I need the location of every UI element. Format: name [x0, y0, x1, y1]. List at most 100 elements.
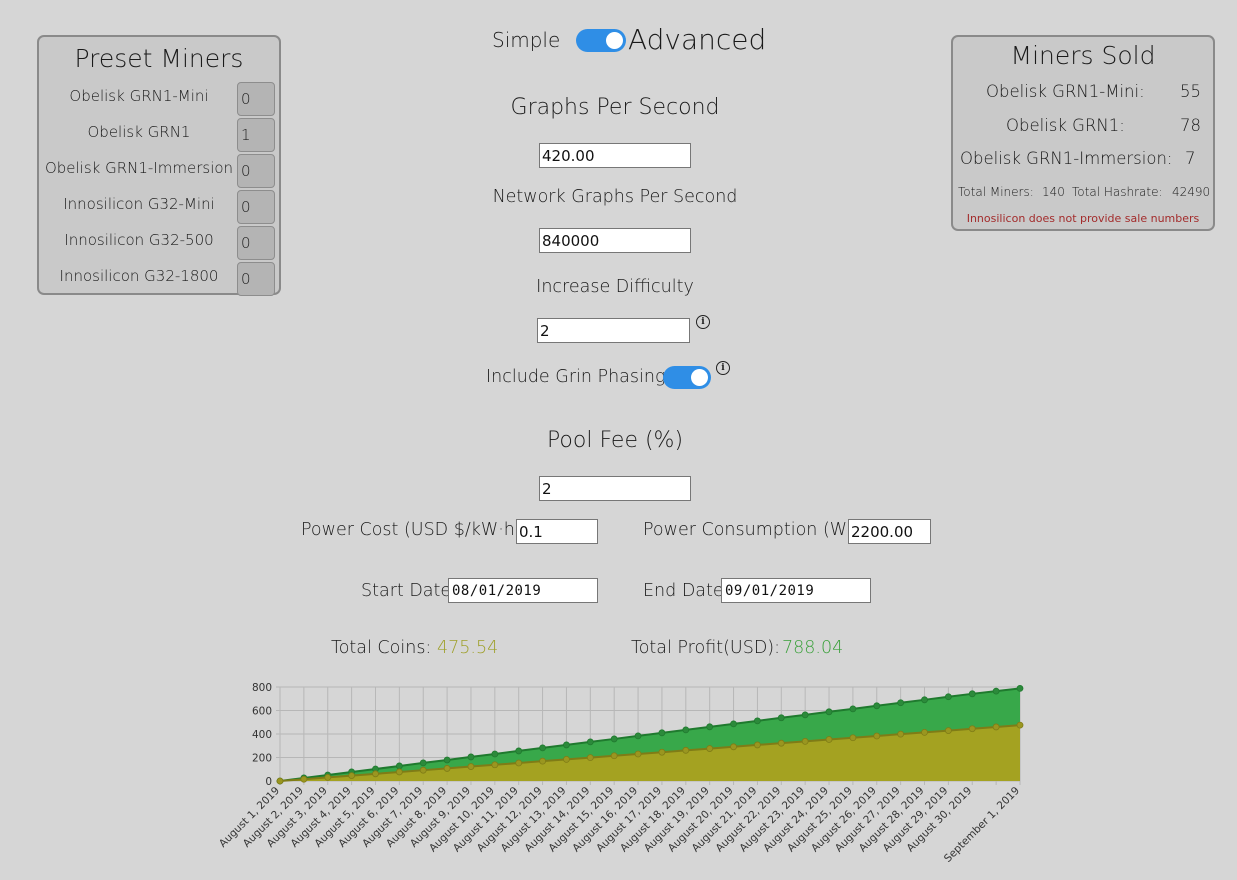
- data-point: [276, 777, 284, 785]
- preset-quantity-input[interactable]: [237, 262, 275, 296]
- difficulty-info-icon[interactable]: i: [696, 315, 710, 329]
- start-date-input[interactable]: [448, 578, 598, 603]
- network-gps-label: Network Graphs Per Second: [492, 187, 738, 207]
- preset-name: Obelisk GRN1-Mini: [69, 87, 209, 105]
- start-date-label: Start Date: [361, 581, 452, 601]
- data-point: [395, 762, 403, 770]
- data-point: [873, 702, 881, 710]
- total-miners-label: Total Miners:: [958, 185, 1034, 199]
- total-miners-value: 140: [1042, 185, 1065, 199]
- power-cost-input[interactable]: [516, 519, 598, 544]
- data-point: [730, 720, 737, 728]
- sold-count: 78: [1180, 116, 1201, 135]
- advanced-mode-label[interactable]: Advanced: [628, 23, 766, 56]
- total-coins-value: 475.54: [437, 638, 499, 658]
- total-profit-label: Total Profit(USD):: [631, 638, 781, 658]
- profit-coins-chart: 0200400600800August 1, 2019August 2, 201…: [220, 682, 1024, 865]
- increase-difficulty-label: Increase Difficulty: [536, 277, 694, 297]
- data-point: [1016, 685, 1024, 692]
- sold-name: Obelisk GRN1:: [1006, 116, 1125, 135]
- data-point: [777, 739, 785, 747]
- grin-phasing-info-icon[interactable]: i: [716, 361, 730, 375]
- data-point: [515, 747, 523, 755]
- data-point: [921, 696, 928, 704]
- data-point: [634, 732, 642, 740]
- data-point: [419, 759, 427, 767]
- preset-miners-panel: Preset Miners Obelisk GRN1-Mini Obelisk …: [37, 35, 281, 296]
- sold-name: Obelisk GRN1-Mini:: [986, 82, 1145, 101]
- simple-mode-label[interactable]: Simple: [492, 28, 560, 52]
- miners-sold-title: Miners Sold: [1010, 41, 1156, 70]
- data-point: [586, 738, 594, 746]
- y-tick-label: 400: [252, 729, 272, 741]
- data-point: [419, 766, 427, 774]
- data-point: [515, 759, 523, 767]
- data-point: [491, 761, 499, 769]
- preset-quantity-input[interactable]: [237, 190, 275, 224]
- mode-toggle-knob: [606, 32, 623, 49]
- data-point: [825, 736, 833, 743]
- data-point: [968, 690, 976, 698]
- data-point: [372, 770, 379, 778]
- data-point: [682, 746, 690, 754]
- data-point: [706, 723, 714, 731]
- sold-name: Obelisk GRN1-Immersion:: [960, 149, 1173, 168]
- data-point: [634, 750, 642, 758]
- data-point: [968, 725, 976, 733]
- data-point: [706, 745, 714, 752]
- data-point: [873, 732, 881, 740]
- grin-phasing-label: Include Grin Phasing: [486, 367, 666, 387]
- data-point: [897, 730, 905, 738]
- data-point: [348, 772, 356, 779]
- data-point: [754, 717, 761, 725]
- sold-count: 55: [1180, 82, 1201, 101]
- power-consumption-input[interactable]: [848, 519, 931, 544]
- data-point: [395, 768, 403, 776]
- data-point: [1016, 721, 1024, 729]
- grin-phasing-toggle[interactable]: [663, 366, 711, 389]
- data-point: [801, 711, 809, 719]
- end-date-label: End Date: [643, 581, 724, 601]
- preset-name: Innosilicon G32-Mini: [63, 195, 215, 213]
- data-point: [849, 705, 857, 713]
- data-point: [658, 729, 666, 737]
- data-point: [467, 763, 475, 770]
- pool-fee-input[interactable]: [539, 476, 691, 501]
- total-hashrate-label: Total Hashrate:: [1072, 185, 1163, 199]
- data-point: [849, 734, 857, 742]
- data-point: [801, 738, 809, 745]
- data-point: [897, 699, 905, 707]
- end-date-input[interactable]: [721, 578, 871, 603]
- network-gps-input[interactable]: [539, 228, 691, 253]
- preset-quantity-input[interactable]: [237, 82, 275, 116]
- mode-toggle-switch[interactable]: [576, 29, 626, 52]
- data-point: [682, 726, 690, 734]
- y-tick-label: 800: [252, 682, 272, 694]
- preset-row-g32-1800: Innosilicon G32-1800: [39, 257, 279, 296]
- preset-row-g32-500: Innosilicon G32-500: [39, 221, 279, 260]
- preset-quantity-input[interactable]: [237, 154, 275, 188]
- data-point: [944, 727, 952, 734]
- data-point: [658, 748, 666, 756]
- data-point: [921, 728, 928, 736]
- miners-sold-panel: Miners Sold Obelisk GRN1-Mini: 55 Obelis…: [951, 35, 1215, 231]
- data-point: [300, 775, 308, 783]
- data-point: [324, 773, 332, 781]
- graphs-per-second-label: Graphs Per Second: [510, 95, 720, 120]
- sold-count: 7: [1185, 149, 1196, 168]
- total-profit-value: 788.04: [782, 638, 844, 658]
- pool-fee-label: Pool Fee (%): [546, 428, 684, 453]
- preset-row-g32-mini: Innosilicon G32-Mini: [39, 185, 279, 224]
- data-point: [992, 687, 1000, 695]
- preset-quantity-input[interactable]: [237, 226, 275, 260]
- innosilicon-note: Innosilicon does not provide sale number…: [966, 212, 1200, 225]
- graphs-per-second-input[interactable]: [539, 143, 691, 168]
- grin-phasing-toggle-knob: [691, 369, 708, 386]
- preset-row-grn1: Obelisk GRN1: [39, 113, 279, 152]
- data-point: [610, 735, 618, 743]
- data-point: [777, 714, 785, 722]
- data-point: [610, 752, 618, 760]
- preset-quantity-input[interactable]: [237, 118, 275, 152]
- data-point: [443, 756, 451, 764]
- increase-difficulty-input[interactable]: [537, 318, 690, 343]
